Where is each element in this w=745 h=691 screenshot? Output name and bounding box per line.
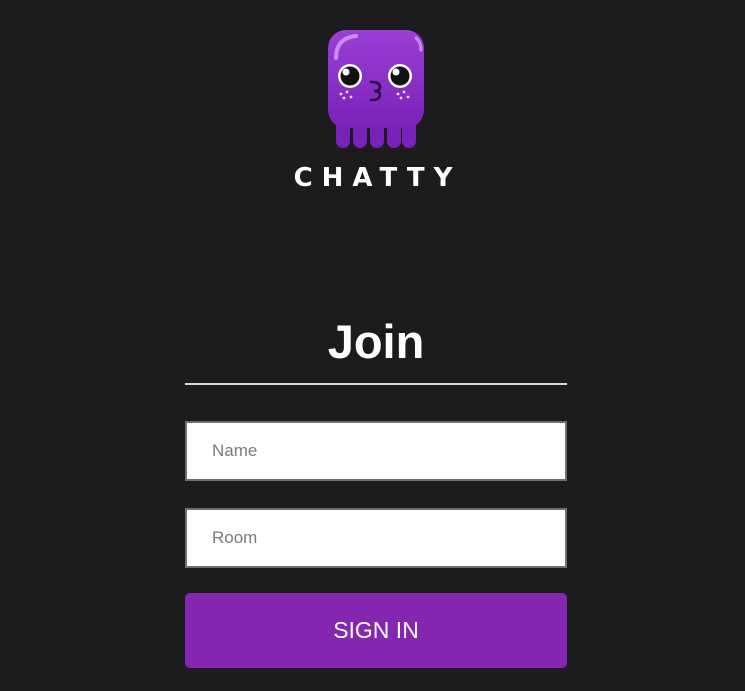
brand-name: CHATTY [293, 163, 462, 193]
name-input[interactable] [185, 421, 567, 481]
join-page: CHATTY Join SIGN IN [0, 0, 745, 691]
room-input[interactable] [185, 508, 567, 568]
title-divider [185, 383, 567, 385]
sign-in-button[interactable]: SIGN IN [185, 593, 567, 668]
page-title: Join [327, 315, 425, 368]
chatty-octopus-logo-icon [328, 30, 424, 148]
